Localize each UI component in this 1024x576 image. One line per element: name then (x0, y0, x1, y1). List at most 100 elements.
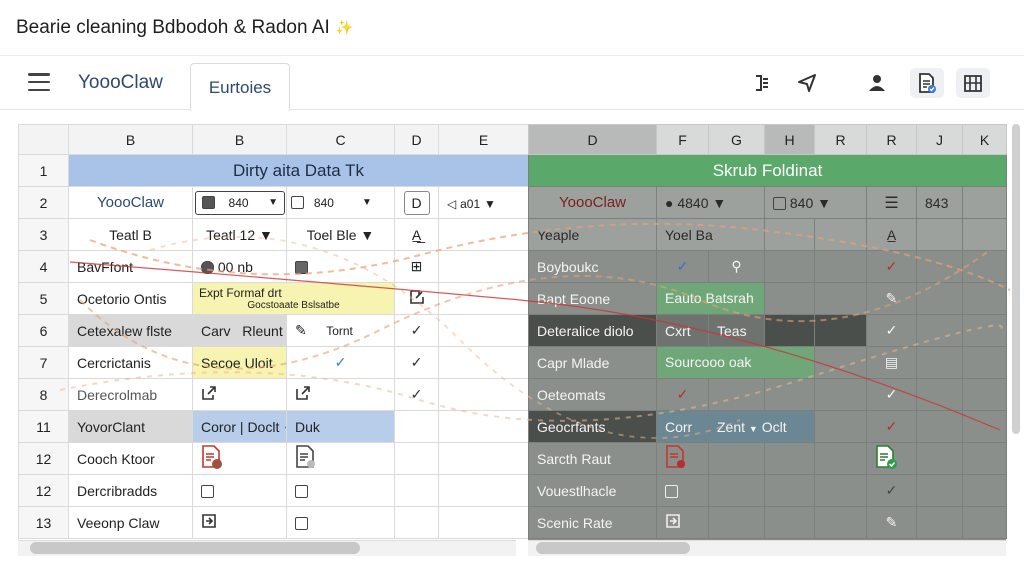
checkbox[interactable] (291, 196, 304, 210)
check-icon[interactable]: ✓ (394, 378, 439, 411)
cell[interactable] (764, 250, 815, 283)
cell-tooltip[interactable]: Sourcooo oak (656, 346, 815, 379)
column-header[interactable]: B (68, 124, 193, 155)
row-number[interactable]: 1 (18, 154, 69, 187)
cell[interactable]: YovorClant (68, 410, 193, 443)
cell[interactable]: D (394, 186, 439, 219)
person-icon[interactable] (860, 68, 894, 98)
cell[interactable] (814, 282, 867, 315)
cell[interactable] (814, 378, 867, 411)
cell[interactable] (394, 506, 439, 539)
cell[interactable] (916, 218, 963, 251)
checkbox[interactable] (665, 485, 678, 499)
cell[interactable] (438, 410, 529, 443)
cell[interactable] (916, 506, 963, 539)
column-header[interactable]: F (656, 124, 709, 155)
cell[interactable] (438, 378, 529, 411)
cell[interactable] (962, 250, 1007, 283)
cell[interactable]: Cooch Ktoor (68, 442, 193, 475)
check-icon[interactable]: ✓ (656, 250, 709, 283)
cell[interactable]: Ocetorio Ontis (68, 282, 193, 315)
cell[interactable] (708, 474, 765, 507)
section-title[interactable]: Dirty aita Data Tk (68, 154, 529, 187)
cell[interactable] (916, 282, 963, 315)
cell[interactable] (438, 314, 529, 347)
cell[interactable]: Boyboukc (528, 250, 657, 283)
cell[interactable] (962, 442, 1007, 475)
cell[interactable]: 843 (916, 186, 963, 219)
cell[interactable] (438, 346, 529, 379)
edit-icon[interactable] (394, 282, 439, 315)
doc-icon[interactable]: ▤ (866, 346, 917, 379)
cell[interactable]: Vouestlhacle (528, 474, 657, 507)
check-icon[interactable]: ✓ (866, 378, 917, 411)
cell[interactable] (708, 378, 765, 411)
cell[interactable]: Derecrolmab (68, 378, 193, 411)
cell[interactable] (962, 186, 1007, 219)
cell[interactable] (394, 442, 439, 475)
file-error-icon[interactable] (192, 442, 287, 475)
check-icon[interactable]: ✓ (866, 250, 917, 283)
column-header[interactable]: R (814, 124, 867, 155)
row-number[interactable]: 13 (18, 506, 69, 539)
cell[interactable] (814, 314, 867, 347)
cell[interactable] (438, 442, 529, 475)
cell-tooltip[interactable]: Expt Formaf drt Gocstoaate Bslsatbe (192, 282, 395, 315)
cell[interactable]: Teatl B (68, 218, 193, 251)
cell[interactable]: ✎ Tornt (286, 314, 395, 347)
cell[interactable] (962, 378, 1007, 411)
cell[interactable] (916, 474, 963, 507)
cell[interactable]: Oeteomats (528, 378, 657, 411)
row-number[interactable]: 6 (18, 314, 69, 347)
file-check-icon[interactable] (866, 442, 917, 475)
list-icon[interactable]: ☰ (866, 186, 917, 219)
horizontal-scrollbar[interactable] (536, 542, 690, 554)
dropdown[interactable]: 840 ▼ (195, 190, 285, 215)
cell[interactable] (438, 250, 529, 283)
cell[interactable] (962, 218, 1007, 251)
cell[interactable] (814, 410, 867, 443)
file-error-icon[interactable] (656, 442, 709, 475)
send-icon[interactable] (790, 68, 824, 98)
cell[interactable] (764, 218, 815, 251)
cell[interactable]: Bapt Eoone (528, 282, 657, 315)
cell[interactable] (438, 506, 529, 539)
file-search-icon[interactable] (286, 442, 395, 475)
cell[interactable]: Yeaple (528, 218, 657, 251)
row-number[interactable]: 2 (18, 186, 69, 219)
column-header[interactable]: B (192, 124, 287, 155)
cell[interactable]: Secoe Uloit (192, 346, 287, 379)
cell[interactable]: BavFfont (68, 250, 193, 283)
dropdown[interactable]: 840 ▼ (308, 191, 378, 215)
bracket-icon[interactable] (745, 68, 779, 98)
row-number[interactable]: 5 (18, 282, 69, 315)
cell[interactable] (286, 474, 395, 507)
cell[interactable]: ● 4840 ▼ (656, 186, 765, 219)
cell[interactable]: YoooClaw (68, 186, 193, 219)
column-header[interactable]: D (528, 124, 657, 155)
cell[interactable] (192, 474, 287, 507)
column-header[interactable]: E (438, 124, 529, 155)
cell[interactable] (764, 506, 815, 539)
check-icon[interactable]: ✓ (866, 474, 917, 507)
cell[interactable] (656, 474, 709, 507)
column-header[interactable]: J (916, 124, 963, 155)
column-header[interactable]: K (962, 124, 1007, 155)
cell[interactable]: Cercrictanis (68, 346, 193, 379)
check-icon[interactable]: ✓ (866, 410, 917, 443)
grid-icon[interactable]: A̲ (866, 218, 917, 251)
row-number[interactable]: 11 (18, 410, 69, 443)
cell[interactable]: Geocrfants (528, 410, 657, 443)
cell[interactable] (962, 410, 1007, 443)
cell[interactable] (764, 474, 815, 507)
cell[interactable] (962, 474, 1007, 507)
cell[interactable]: YoooClaw (528, 186, 657, 219)
doc-check-icon[interactable] (910, 68, 944, 98)
horizontal-scrollbar[interactable] (30, 542, 360, 554)
cell[interactable] (962, 314, 1007, 347)
cell[interactable]: Deteralice diolo (528, 314, 657, 347)
cell[interactable] (394, 410, 439, 443)
check-icon[interactable]: ✓ (656, 378, 709, 411)
cell[interactable] (916, 378, 963, 411)
cell-tooltip[interactable]: Eauto Batsrah (656, 282, 765, 315)
